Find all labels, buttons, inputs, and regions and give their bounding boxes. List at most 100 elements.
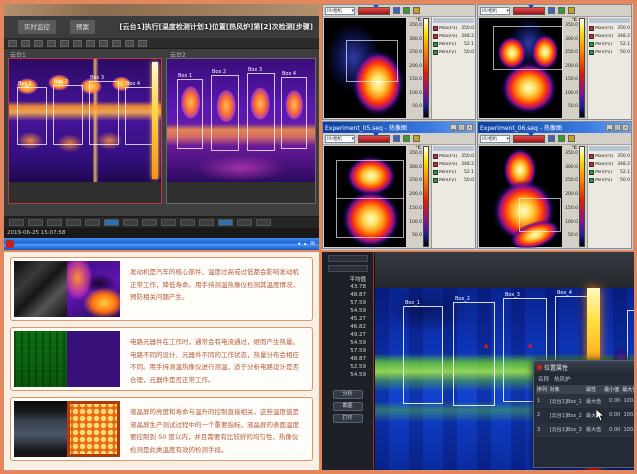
source-dropdown[interactable]: IR/相机 bbox=[480, 135, 510, 143]
table-row[interactable]: 1 [云台1]Box_1 最大值 0.00 100.00 bbox=[536, 394, 634, 408]
timeline-button-active[interactable] bbox=[104, 219, 119, 226]
maximize-icon[interactable]: □ bbox=[458, 124, 465, 131]
legend-row[interactable]: Min(P2)50.0 bbox=[433, 48, 474, 56]
measure-box[interactable]: Box 3 bbox=[247, 73, 275, 151]
timeline-button[interactable] bbox=[123, 219, 138, 226]
app-logo-icon[interactable] bbox=[6, 240, 14, 248]
thermal-view[interactable] bbox=[324, 18, 406, 118]
timeline-button-active[interactable] bbox=[218, 219, 233, 226]
timeline-button[interactable] bbox=[199, 219, 214, 226]
thermal-view[interactable] bbox=[479, 146, 562, 247]
analyze-button[interactable]: 分析 bbox=[333, 390, 363, 399]
tool-green-icon[interactable] bbox=[403, 135, 410, 142]
measure-box[interactable]: Box 4 bbox=[125, 87, 153, 145]
camera2-panel[interactable]: Box 1 Box 2 Box 3 Box 4 bbox=[166, 58, 316, 204]
minimize-icon[interactable]: ▁ bbox=[450, 124, 457, 131]
sidebar-field[interactable] bbox=[328, 265, 368, 272]
legend-row[interactable]: Max(P2)348.2 bbox=[433, 32, 474, 40]
legend-row[interactable]: Max(P1)350.0 bbox=[589, 152, 630, 160]
tool-blue-icon[interactable] bbox=[393, 7, 400, 14]
timeline-button[interactable] bbox=[142, 219, 157, 226]
timeline-button[interactable] bbox=[66, 219, 81, 226]
timeline-button[interactable] bbox=[9, 219, 24, 226]
system-tray[interactable]: ◂ ▴ ✉ bbox=[297, 241, 316, 247]
timeline-button[interactable] bbox=[161, 219, 176, 226]
measure-box[interactable]: Box 3 bbox=[89, 81, 119, 145]
roi-box[interactable]: Box_2▲ bbox=[453, 302, 495, 406]
legend-row[interactable]: Max(P2)348.2 bbox=[589, 160, 630, 168]
timeline-button[interactable] bbox=[256, 219, 271, 226]
legend-row[interactable]: Max(P2)348.2 bbox=[433, 160, 474, 168]
palette-bar[interactable] bbox=[358, 135, 390, 143]
tool-gold-icon[interactable] bbox=[413, 135, 420, 142]
close-icon[interactable]: ✕ bbox=[466, 124, 473, 131]
thermal-view[interactable] bbox=[324, 146, 406, 247]
measure-box[interactable]: Box 2 bbox=[53, 85, 83, 145]
close-icon[interactable]: ✕ bbox=[622, 124, 629, 131]
camera1-panel[interactable]: Box 1 Box 2 Box 3 Box 4 bbox=[8, 58, 162, 204]
palette-bar[interactable] bbox=[358, 7, 390, 15]
source-dropdown[interactable]: IR/相机 bbox=[325, 135, 355, 143]
maximize-icon[interactable]: □ bbox=[614, 124, 621, 131]
tool-blue-icon[interactable] bbox=[393, 135, 400, 142]
print-button[interactable]: 打印 bbox=[333, 414, 363, 423]
timeline-button[interactable] bbox=[85, 219, 100, 226]
pause-icon[interactable] bbox=[21, 40, 30, 47]
legend-row[interactable]: Min(P2)50.0 bbox=[589, 176, 630, 184]
table-row[interactable]: 2 [云台1]Box_2 最大值 0.00 100.00 bbox=[536, 408, 634, 422]
legend-row[interactable]: Min(P1)52.1 bbox=[433, 40, 474, 48]
position-properties-dialog[interactable]: 位置属性 — □ ✕ 名称 热风炉 序列 对象 属性 最小值 最大值 bbox=[533, 360, 634, 468]
timeline-button[interactable] bbox=[28, 219, 43, 226]
zoom-out-icon[interactable] bbox=[73, 40, 82, 47]
legend-row[interactable]: Min(P1)52.1 bbox=[589, 40, 630, 48]
roi-point-icon[interactable] bbox=[112, 40, 121, 47]
tool-gold-icon[interactable] bbox=[568, 135, 575, 142]
snapshot-icon[interactable] bbox=[47, 40, 56, 47]
timeline-button[interactable] bbox=[180, 219, 195, 226]
source-dropdown[interactable]: IR/相机 bbox=[480, 7, 510, 15]
measure-box[interactable]: Box 1 bbox=[17, 87, 47, 145]
tool-gold-icon[interactable] bbox=[413, 7, 420, 14]
timeline-button[interactable] bbox=[47, 219, 62, 226]
windows-taskbar[interactable]: ◂ ▴ ✉ bbox=[4, 238, 319, 250]
measure-box[interactable]: Box 2 bbox=[211, 75, 239, 151]
tool-green-icon[interactable] bbox=[403, 7, 410, 14]
tab-plan[interactable]: 预案 bbox=[70, 20, 95, 34]
palette-bar[interactable] bbox=[513, 7, 545, 15]
legend-row[interactable]: Min(P1)52.1 bbox=[589, 168, 630, 176]
legend-row[interactable]: Min(P1)52.1 bbox=[433, 168, 474, 176]
roi-box[interactable] bbox=[519, 198, 561, 232]
dialog-titlebar[interactable]: 位置属性 — □ ✕ bbox=[534, 361, 634, 373]
measure-box[interactable]: Box 1 bbox=[177, 79, 203, 149]
legend-row[interactable]: Max(P1)350.0 bbox=[433, 152, 474, 160]
tool-green-icon[interactable] bbox=[558, 135, 565, 142]
record-icon[interactable] bbox=[34, 40, 43, 47]
legend-row[interactable]: Max(P1)350.0 bbox=[589, 24, 630, 32]
legend-row[interactable]: Min(P2)50.0 bbox=[589, 48, 630, 56]
measure-box[interactable]: Box 4 bbox=[281, 77, 307, 149]
tab-live-monitor[interactable]: 实时监控 bbox=[18, 20, 56, 34]
roi-line-icon[interactable] bbox=[99, 40, 108, 47]
ir-window-2[interactable]: IR/相机 °C 350.0300.0250.0200.0150. bbox=[477, 4, 632, 120]
roi-box[interactable]: Box_1 bbox=[403, 306, 443, 404]
ir-window-4[interactable]: Experiment_06.seq - 热像图 ▁□✕ IR/相机 bbox=[477, 121, 632, 249]
window-titlebar[interactable]: Experiment_05.seq - 热像图 ▁□✕ bbox=[323, 122, 475, 133]
source-dropdown[interactable]: IR/相机 bbox=[325, 7, 355, 15]
tool-gold-icon[interactable] bbox=[568, 7, 575, 14]
roi-box[interactable] bbox=[336, 160, 404, 238]
tool-blue-icon[interactable] bbox=[548, 7, 555, 14]
tool-blue-icon[interactable] bbox=[548, 135, 555, 142]
play-icon[interactable] bbox=[8, 40, 17, 47]
legend-row[interactable]: Max(P1)350.0 bbox=[433, 24, 474, 32]
snapshot-button[interactable]: 截图 bbox=[333, 402, 363, 411]
ir-window-1[interactable]: IR/相机 °C 350.0300.0250.0200.0150.0100.05… bbox=[322, 4, 476, 120]
table-row[interactable]: 3 [云台1]Box_3 最大值 0.00 100.00 bbox=[536, 423, 634, 437]
zoom-in-icon[interactable] bbox=[60, 40, 69, 47]
sidebar-field[interactable] bbox=[328, 255, 368, 262]
timeline-button[interactable] bbox=[237, 219, 252, 226]
tool-green-icon[interactable] bbox=[558, 7, 565, 14]
palette-icon[interactable] bbox=[125, 40, 134, 47]
palette-bar[interactable] bbox=[513, 135, 545, 143]
legend-row[interactable]: Max(P2)348.2 bbox=[589, 32, 630, 40]
minimize-icon[interactable]: ▁ bbox=[606, 124, 613, 131]
